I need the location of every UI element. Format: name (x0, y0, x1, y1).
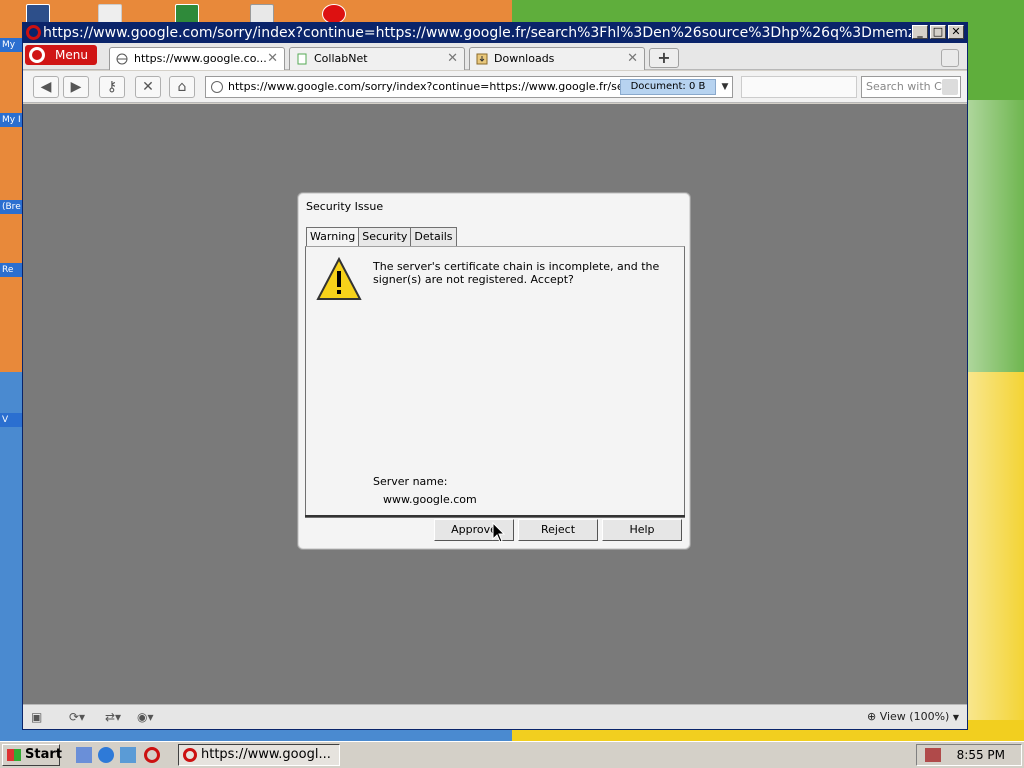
help-button[interactable]: Help (602, 519, 682, 541)
taskbar: Start https://www.googl... 8:55 PM (0, 741, 1024, 768)
window-titlebar[interactable]: https://www.google.com/sorry/index?conti… (23, 23, 967, 43)
desktop-icon-excel[interactable] (175, 4, 199, 24)
document-size-badge: Document: 0 B (620, 79, 716, 95)
key-icon: ⚷ (106, 79, 118, 95)
tab-downloads[interactable]: Downloads ✕ (469, 47, 645, 70)
sync-icon[interactable]: ⟳▾ (69, 710, 85, 724)
turbo-icon[interactable]: ◉▾ (137, 710, 154, 724)
desktop-icon-screen[interactable] (26, 4, 50, 24)
desktop-label-3[interactable]: (Bre (0, 200, 22, 214)
dialog-title: Security Issue (306, 200, 384, 213)
show-desktop-icon[interactable] (76, 747, 92, 763)
search-engine-selector[interactable] (741, 76, 857, 98)
page-icon (297, 53, 307, 65)
desktop-icon-mail[interactable] (98, 4, 122, 24)
reject-button[interactable]: Reject (518, 519, 598, 541)
status-bar: ▣ ⟳▾ ⇄▾ ◉▾ ⊕ View (100%) ▼ (23, 704, 967, 729)
chevron-down-icon: ▼ (952, 713, 959, 722)
dialog-separator (305, 515, 685, 517)
tab-collabnet[interactable]: CollabNet ✕ (289, 47, 465, 70)
tab-label: CollabNet (314, 52, 368, 65)
wand-button[interactable]: ⚷ (99, 76, 125, 98)
warning-panel: The server's certificate chain is incomp… (305, 246, 685, 518)
menu-label: Menu (55, 48, 88, 62)
back-button[interactable]: ◀ (33, 76, 59, 98)
dialog-message: The server's certificate chain is incomp… (373, 260, 660, 286)
tab-bar: Menu ▼ https://www.google.co... ✕ Collab… (23, 43, 967, 81)
search-icon[interactable] (942, 79, 958, 95)
wallpaper-glow (960, 100, 1024, 720)
tab-label: https://www.google.co... (134, 52, 267, 65)
start-label: Start (25, 747, 62, 762)
trash-icon[interactable] (941, 49, 959, 67)
unite-icon[interactable]: ⇄▾ (105, 710, 121, 724)
tab-close-icon[interactable]: ✕ (267, 48, 278, 70)
window-title: https://www.google.com/sorry/index?conti… (43, 25, 911, 41)
arrow-right-icon: ▶ (70, 79, 82, 95)
close-icon: ✕ (142, 79, 154, 95)
tray-app-icon[interactable] (925, 748, 941, 762)
address-text: https://www.google.com/sorry/index?conti… (228, 80, 620, 93)
windows-logo-icon (7, 749, 21, 761)
panel-toggle-icon[interactable]: ▣ (31, 710, 42, 724)
security-dialog: Security Issue Warning Security Details … (297, 192, 691, 550)
arrow-left-icon: ◀ (40, 79, 52, 95)
tab-close-icon[interactable]: ✕ (627, 48, 638, 70)
home-icon: ⌂ (177, 79, 187, 95)
globe-icon (116, 53, 128, 65)
start-button[interactable]: Start (2, 744, 62, 766)
internet-explorer-icon[interactable] (98, 747, 114, 763)
desktop-label-1[interactable]: My (0, 38, 22, 52)
tab-close-icon[interactable]: ✕ (447, 48, 458, 70)
server-name-label: Server name: (373, 475, 448, 488)
window-controls: _ □ ✕ (912, 25, 964, 39)
new-tab-button[interactable]: + (649, 48, 679, 68)
desktop-icon-opera[interactable] (322, 4, 346, 24)
tab-details[interactable]: Details (410, 227, 457, 247)
maximize-button[interactable]: □ (930, 25, 946, 39)
zoom-icon: ⊕ (866, 710, 877, 723)
opera-menu-button[interactable]: Menu ▼ (25, 45, 97, 81)
network-icon[interactable] (120, 747, 136, 763)
close-button[interactable]: ✕ (948, 25, 964, 39)
opera-quicklaunch-icon[interactable] (144, 747, 160, 763)
tab-warning[interactable]: Warning (306, 227, 360, 248)
zoom-label: View (100%) (879, 710, 950, 723)
desktop-label-4[interactable]: Re (0, 263, 22, 277)
opera-o-icon (29, 47, 45, 63)
forward-button[interactable]: ▶ (63, 76, 89, 98)
home-button[interactable]: ⌂ (169, 76, 195, 98)
tab-google[interactable]: https://www.google.co... ✕ (109, 47, 285, 70)
search-input[interactable]: Search with Co (861, 76, 961, 98)
site-info-icon[interactable] (211, 81, 223, 93)
minimize-button[interactable]: _ (912, 25, 928, 39)
server-name-value: www.google.com (383, 493, 477, 506)
search-placeholder: Search with Co (866, 80, 949, 93)
taskbar-window-label: https://www.googl... (201, 747, 331, 762)
desktop-label-2[interactable]: My I (0, 113, 22, 127)
desktop-label-5[interactable]: V (0, 413, 22, 427)
stop-button[interactable]: ✕ (135, 76, 161, 98)
address-bar[interactable]: https://www.google.com/sorry/index?conti… (205, 76, 733, 98)
tab-security[interactable]: Security (358, 227, 412, 247)
system-tray: 8:55 PM (916, 744, 1022, 766)
desktop-icon-clock[interactable] (250, 4, 274, 24)
address-dropdown-icon[interactable]: ▼ (718, 77, 732, 97)
clock[interactable]: 8:55 PM (957, 748, 1005, 762)
opera-task-icon (183, 748, 197, 762)
opera-logo-icon (26, 25, 41, 40)
navigation-toolbar: ◀ ▶ ⚷ ✕ ⌂ https://www.google.com/sorry/i… (23, 71, 967, 103)
mouse-cursor-icon (492, 522, 506, 543)
taskbar-window-button[interactable]: https://www.googl... (178, 744, 340, 766)
dialog-tabs: Warning Security Details (306, 227, 457, 248)
zoom-control[interactable]: ⊕ View (100%) ▼ (867, 710, 959, 725)
tab-label: Downloads (494, 52, 555, 65)
warning-icon (316, 257, 362, 300)
download-icon (476, 53, 488, 65)
